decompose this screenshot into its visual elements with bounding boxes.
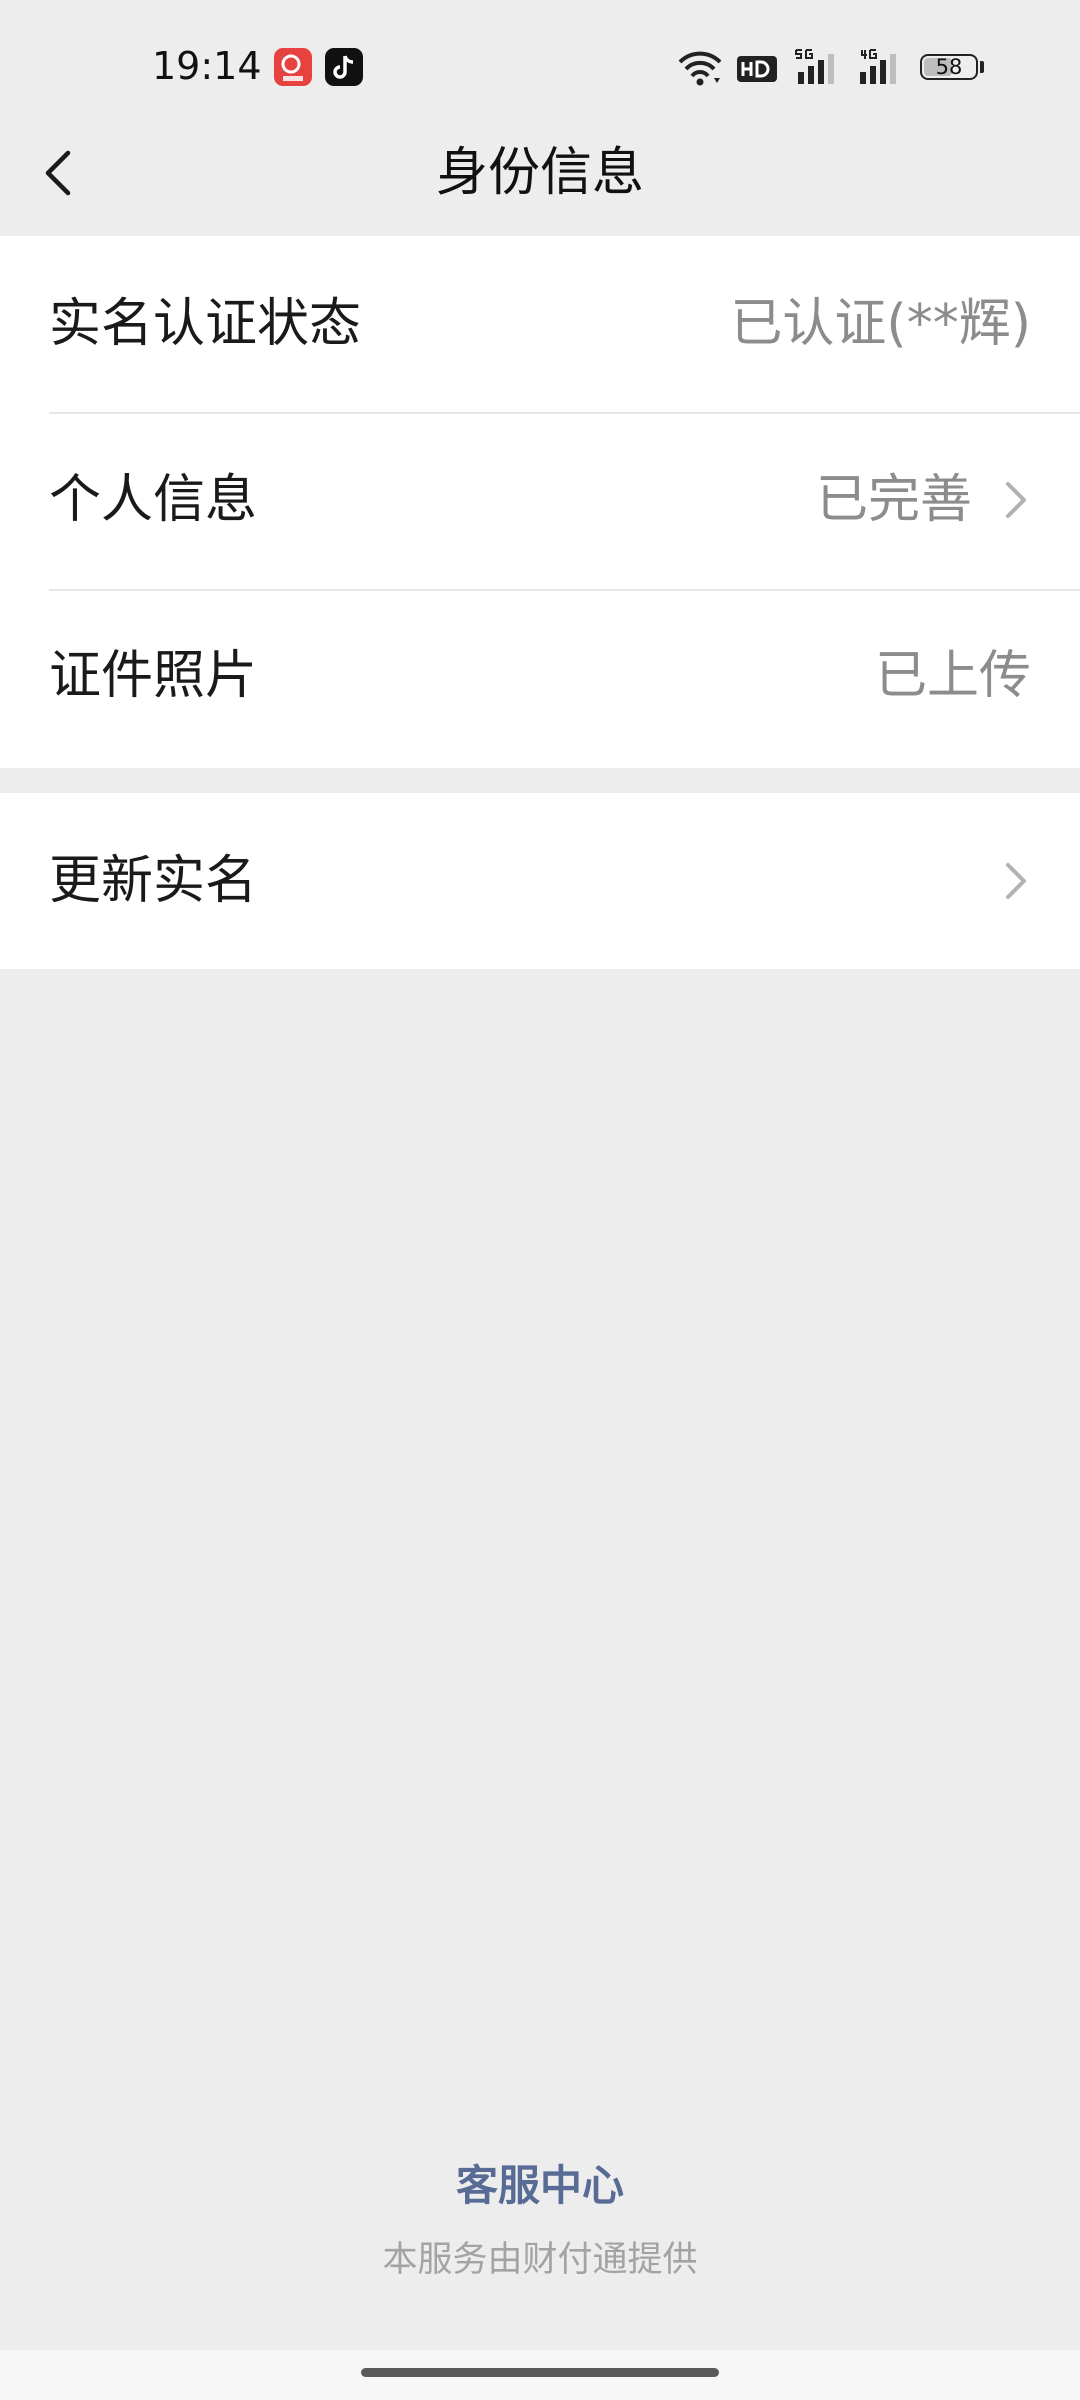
home-indicator[interactable]	[361, 2368, 719, 2377]
4g-signal-icon	[860, 49, 896, 84]
nav-bar: 身份信息	[0, 110, 1080, 236]
verification-status-row: 实名认证状态 已认证(**辉)	[0, 236, 1080, 412]
battery-tip	[980, 61, 984, 73]
row-label: 证件照片	[49, 646, 258, 706]
service-provider-note: 本服务由财付通提供	[382, 2240, 698, 2280]
id-photo-row: 证件照片 已上传	[0, 588, 1080, 764]
status-time: 19:14	[152, 44, 262, 88]
5g-signal-icon	[795, 49, 834, 84]
tiktok-icon	[325, 48, 363, 86]
update-real-name-row[interactable]: 更新实名	[0, 793, 1080, 969]
home-indicator-area	[0, 2350, 1080, 2400]
wifi-icon	[678, 51, 722, 86]
personal-info-row[interactable]: 个人信息 已完善	[0, 412, 1080, 588]
battery-level: 58	[935, 55, 963, 79]
row-label: 实名认证状态	[49, 294, 362, 354]
identity-info-list: 实名认证状态 已认证(**辉) 个人信息 已完善 证件照片 已上传	[0, 236, 1080, 768]
page-title: 身份信息	[435, 143, 644, 203]
row-value: 已上传	[874, 646, 1031, 706]
row-label: 个人信息	[49, 470, 258, 530]
row-value: 已完善	[815, 470, 972, 530]
chevron-right-icon	[1006, 863, 1026, 899]
row-label: 更新实名	[49, 851, 258, 911]
chevron-right-icon	[1006, 482, 1026, 518]
battery-icon: 58	[920, 54, 978, 80]
row-value: 已认证(**辉)	[730, 294, 1031, 354]
update-verification-list: 更新实名	[0, 793, 1080, 969]
customer-service-link[interactable]: 客服中心	[0, 2152, 1080, 2213]
hd-icon	[737, 56, 777, 82]
app-red-icon	[274, 48, 312, 86]
